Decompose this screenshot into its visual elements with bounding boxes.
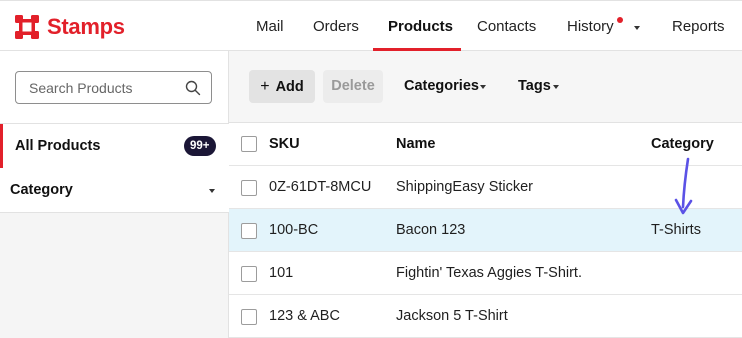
add-product-button[interactable]: + Add <box>249 70 315 103</box>
category-filter-label: Category <box>10 182 73 198</box>
products-table: SKU Name Category 0Z-61DT-8MCU ShippingE… <box>229 123 742 338</box>
sidebar-empty-area <box>0 213 228 338</box>
search-products-input[interactable] <box>16 72 181 103</box>
stamps-logo[interactable]: Stamps <box>14 13 125 41</box>
all-products-label: All Products <box>15 138 101 154</box>
nav-more-chevron-down-icon[interactable] <box>634 26 640 30</box>
active-item-indicator <box>0 124 3 168</box>
tags-chevron-down-icon <box>553 85 559 89</box>
sidebar-item-all-products[interactable]: All Products 99+ <box>0 124 229 168</box>
product-count-badge: 99+ <box>184 136 216 156</box>
stamps-logo-icon <box>15 15 39 39</box>
history-notification-dot <box>617 17 623 23</box>
categories-chevron-down-icon <box>480 85 486 89</box>
row-checkbox[interactable] <box>241 266 257 282</box>
categories-dropdown[interactable]: Categories <box>404 70 479 103</box>
row-checkbox[interactable] <box>241 180 257 196</box>
column-header-category[interactable]: Category <box>651 136 714 152</box>
annotation-arrow-icon <box>674 157 693 215</box>
nav-contacts[interactable]: Contacts <box>477 1 536 51</box>
plus-icon: + <box>260 78 270 95</box>
table-row[interactable]: 101 Fightin' Texas Aggies T-Shirt. <box>229 252 742 295</box>
sidebar-category-filter[interactable]: Category <box>0 168 229 213</box>
row-checkbox[interactable] <box>241 309 257 325</box>
search-products-box <box>15 71 212 104</box>
name-cell: Bacon 123 <box>396 222 466 238</box>
sidebar: All Products 99+ Category <box>0 51 229 338</box>
products-toolbar: + Add Delete Categories Tags <box>229 51 742 123</box>
row-checkbox[interactable] <box>241 223 257 239</box>
sku-cell: 100-BC <box>269 222 319 238</box>
table-row[interactable]: 123 & ABC Jackson 5 T-Shirt <box>229 295 742 338</box>
name-cell: Jackson 5 T-Shirt <box>396 308 508 324</box>
column-header-sku[interactable]: SKU <box>269 136 300 152</box>
delete-product-button[interactable]: Delete <box>323 70 383 103</box>
sku-cell: 101 <box>269 265 294 281</box>
chevron-down-icon <box>209 189 215 193</box>
sku-cell: 0Z-61DT-8MCU <box>269 179 372 195</box>
app-name: Stamps <box>47 14 125 39</box>
column-header-name[interactable]: Name <box>396 136 436 152</box>
category-cell: T-Shirts <box>651 222 701 238</box>
categories-dropdown-label: Categories <box>404 78 479 94</box>
nav-reports[interactable]: Reports <box>672 1 725 51</box>
name-cell: Fightin' Texas Aggies T-Shirt. <box>396 265 582 281</box>
tags-dropdown[interactable]: Tags <box>518 70 551 103</box>
top-nav-bar: Stamps Mail Orders Products Contacts His… <box>0 0 742 51</box>
nav-mail[interactable]: Mail <box>256 1 284 51</box>
search-icon[interactable] <box>184 79 202 97</box>
nav-products[interactable]: Products <box>388 1 453 51</box>
tags-dropdown-label: Tags <box>518 78 551 94</box>
nav-history[interactable]: History <box>567 1 614 51</box>
nav-orders[interactable]: Orders <box>313 1 359 51</box>
add-button-label: Add <box>275 79 304 95</box>
sku-cell: 123 & ABC <box>269 308 340 324</box>
name-cell: ShippingEasy Sticker <box>396 179 534 195</box>
select-all-checkbox[interactable] <box>241 136 257 152</box>
